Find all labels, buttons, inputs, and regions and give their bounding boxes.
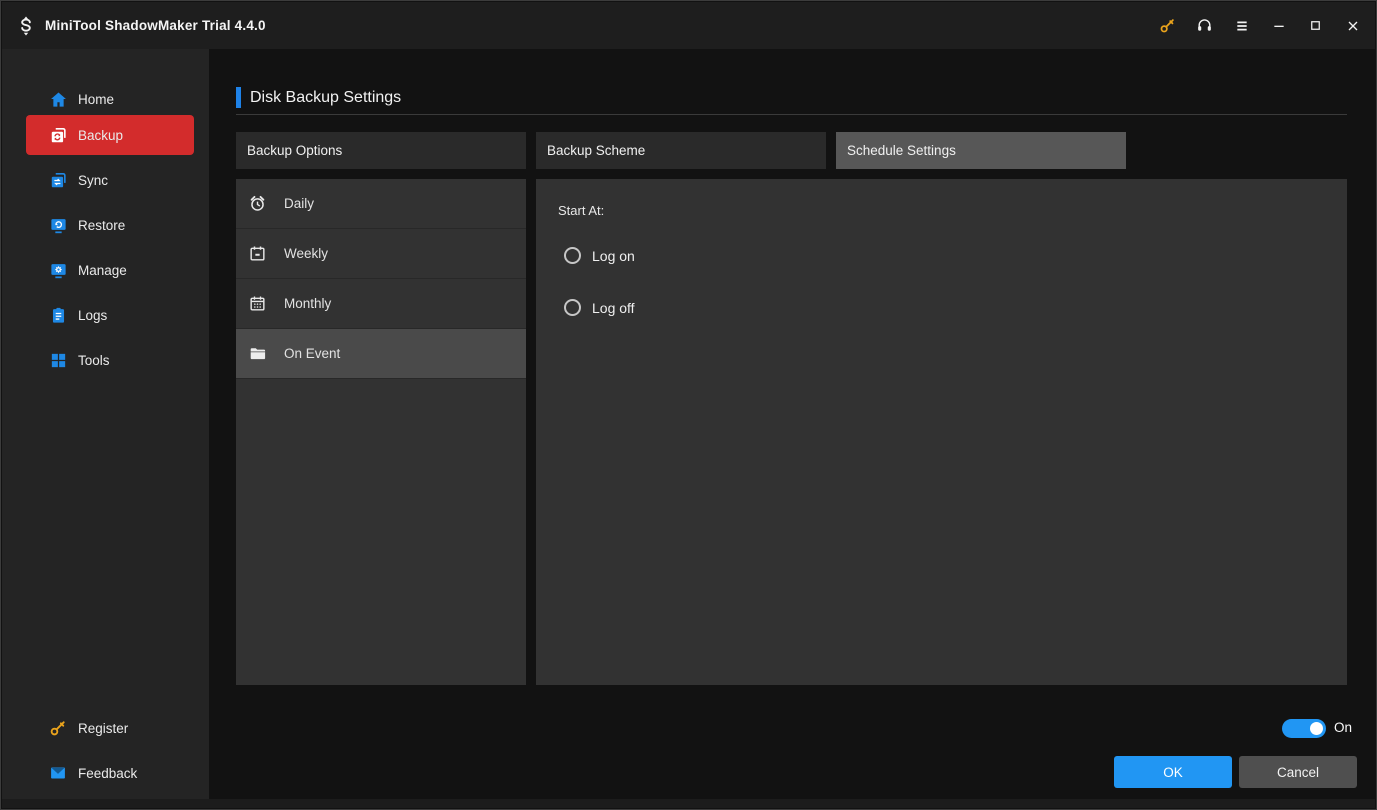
page-title: Disk Backup Settings (250, 89, 401, 107)
accent-bar (236, 87, 241, 108)
sidebar-item-label: Logs (78, 308, 107, 323)
window-bottom-edge (2, 799, 1375, 808)
header-divider (236, 114, 1347, 115)
tab-label: Backup Options (247, 143, 342, 158)
restore-icon (48, 215, 68, 235)
sidebar-item-backup[interactable]: Backup (26, 115, 194, 155)
close-icon[interactable] (1334, 2, 1371, 49)
ok-button[interactable]: OK (1114, 756, 1232, 788)
sidebar-item-label: Tools (78, 353, 110, 368)
schedule-toggle[interactable] (1282, 719, 1326, 738)
titlebar: MiniTool ShadowMaker Trial 4.4.0 (2, 2, 1375, 49)
sidebar-item-feedback[interactable]: Feedback (26, 753, 194, 793)
page-header: Disk Backup Settings (236, 87, 401, 108)
schedule-type-weekly[interactable]: Weekly (236, 229, 526, 279)
sync-icon (48, 170, 68, 190)
sidebar-item-tools[interactable]: Tools (26, 340, 194, 380)
calendar-week-icon (247, 244, 267, 264)
tab-schedule-settings[interactable]: Schedule Settings (836, 132, 1126, 169)
home-icon (48, 89, 68, 109)
radio-circle-icon[interactable] (564, 299, 581, 316)
logs-icon (48, 305, 68, 325)
maximize-icon[interactable] (1297, 2, 1334, 49)
schedule-type-on-event[interactable]: On Event (236, 329, 526, 379)
tools-icon (48, 350, 68, 370)
alarm-clock-icon (247, 194, 267, 214)
cancel-button[interactable]: Cancel (1239, 756, 1357, 788)
radio-log-on[interactable]: Log on (564, 247, 635, 264)
sidebar-item-label: Feedback (78, 766, 137, 781)
sidebar-item-logs[interactable]: Logs (26, 295, 194, 335)
schedule-type-label: On Event (284, 346, 340, 361)
window-title: MiniTool ShadowMaker Trial 4.4.0 (45, 18, 266, 33)
headset-support-icon[interactable] (1186, 2, 1223, 49)
app-logo-icon (15, 15, 37, 37)
radio-circle-icon[interactable] (564, 247, 581, 264)
sidebar-item-label: Restore (78, 218, 125, 233)
manage-icon (48, 260, 68, 280)
schedule-settings-panel: Start At: Log on Log off (536, 179, 1347, 685)
backup-icon (48, 125, 68, 145)
tab-backup-options[interactable]: Backup Options (236, 132, 526, 169)
radio-label: Log off (592, 300, 635, 316)
schedule-type-label: Daily (284, 196, 314, 211)
minimize-icon[interactable] (1260, 2, 1297, 49)
sidebar-item-restore[interactable]: Restore (26, 205, 194, 245)
app-window: MiniTool ShadowMaker Trial 4.4.0 (0, 0, 1377, 810)
schedule-type-monthly[interactable]: Monthly (236, 279, 526, 329)
sidebar-item-label: Backup (78, 128, 123, 143)
tab-backup-scheme[interactable]: Backup Scheme (536, 132, 826, 169)
sidebar-item-label: Manage (78, 263, 127, 278)
sidebar-item-manage[interactable]: Manage (26, 250, 194, 290)
sidebar-item-home[interactable]: Home (26, 79, 194, 119)
sidebar-item-label: Sync (78, 173, 108, 188)
sidebar-item-register[interactable]: Register (26, 708, 194, 748)
folder-icon (247, 344, 267, 364)
register-key-icon[interactable] (1149, 2, 1186, 49)
schedule-type-list: Daily Weekly Monthly (236, 179, 526, 685)
radio-label: Log on (592, 248, 635, 264)
key-icon (48, 718, 68, 738)
toggle-knob-icon (1310, 722, 1323, 735)
menu-icon[interactable] (1223, 2, 1260, 49)
toggle-state-label: On (1334, 720, 1352, 735)
tab-label: Backup Scheme (547, 143, 645, 158)
schedule-type-daily[interactable]: Daily (236, 179, 526, 229)
schedule-type-label: Weekly (284, 246, 328, 261)
start-at-label: Start At: (558, 203, 604, 218)
sidebar: Home Backup Sync (2, 49, 209, 799)
radio-log-off[interactable]: Log off (564, 299, 635, 316)
tab-label: Schedule Settings (847, 143, 956, 158)
sidebar-item-label: Home (78, 92, 114, 107)
sidebar-item-label: Register (78, 721, 128, 736)
sidebar-item-sync[interactable]: Sync (26, 160, 194, 200)
schedule-type-label: Monthly (284, 296, 331, 311)
envelope-icon (48, 763, 68, 783)
calendar-month-icon (247, 294, 267, 314)
